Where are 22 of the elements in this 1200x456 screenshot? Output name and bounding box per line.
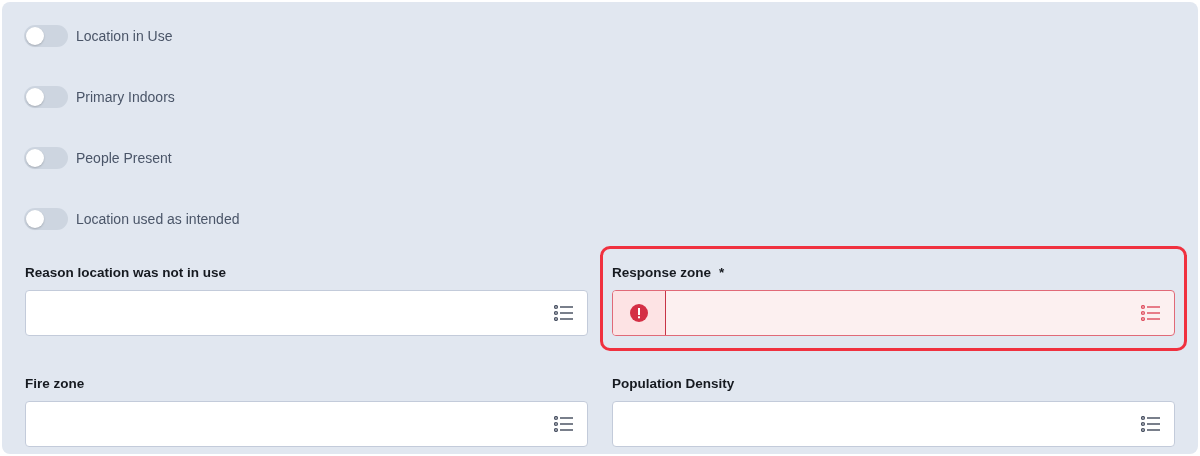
error-dropdown-field[interactable]	[612, 290, 1175, 336]
required-marker: *	[719, 264, 725, 280]
field-label: Reason location was not in use	[25, 264, 227, 280]
list-icon[interactable]	[1141, 416, 1160, 432]
toggle-switch[interactable]	[24, 25, 68, 47]
field-label: Population Density	[612, 375, 735, 391]
toggle-label: People Present	[76, 150, 172, 166]
dropdown-field[interactable]	[25, 401, 588, 447]
toggle-switch[interactable]	[24, 208, 68, 230]
list-icon[interactable]	[554, 305, 573, 321]
field-label: Response zone	[612, 264, 712, 280]
toggle-label: Location in Use	[76, 28, 173, 44]
error-icon	[630, 304, 648, 322]
list-icon[interactable]	[554, 416, 573, 432]
toggle-label: Location used as intended	[76, 211, 240, 227]
toggle-switch[interactable]	[24, 147, 68, 169]
list-icon[interactable]	[1141, 305, 1160, 321]
toggle-label: Primary Indoors	[76, 89, 175, 105]
dropdown-field[interactable]	[612, 401, 1175, 447]
toggle-switch[interactable]	[24, 86, 68, 108]
dropdown-field[interactable]	[25, 290, 588, 336]
field-label: Fire zone	[25, 375, 85, 391]
